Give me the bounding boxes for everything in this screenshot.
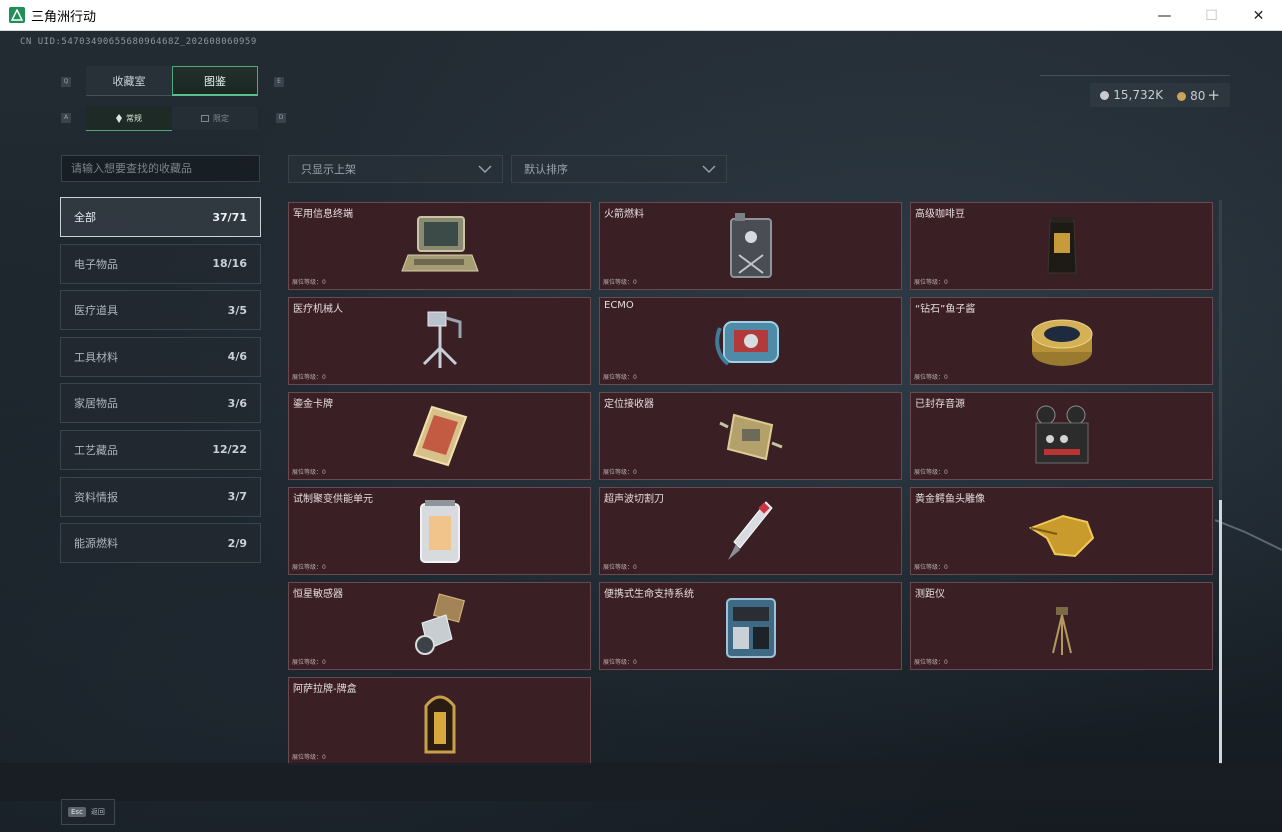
item-card[interactable]: 试制聚变供能单元 展位等级：0 bbox=[288, 487, 591, 575]
item-card[interactable]: 医疗机械人 展位等级：0 bbox=[288, 297, 591, 385]
life-support-icon bbox=[725, 598, 776, 658]
rangefinder-icon bbox=[1051, 607, 1072, 655]
back-button[interactable]: Esc 返回 bbox=[61, 799, 115, 825]
window-title: 三角洲行动 bbox=[31, 9, 97, 25]
category-household[interactable]: 家居物品 3/6 bbox=[60, 383, 261, 424]
item-card[interactable]: ECMO 展位等级：0 bbox=[599, 297, 902, 385]
uid-text: CN UID:5470349065568096468Z_202608060959 bbox=[20, 37, 257, 47]
item-card[interactable]: 火箭燃料 展位等级：0 bbox=[599, 202, 902, 290]
category-energy[interactable]: 能源燃料 2/9 bbox=[60, 523, 261, 564]
bottom-bar bbox=[0, 763, 1282, 801]
card-box-icon bbox=[424, 695, 455, 754]
window-titlebar: 三角洲行动 — ☐ ✕ bbox=[0, 0, 1282, 31]
ticket-icon bbox=[1177, 92, 1187, 101]
fuel-can-icon bbox=[729, 213, 772, 278]
category-all[interactable]: 全部 37/71 bbox=[60, 197, 261, 237]
currency-panel: 15,732K 80 + bbox=[1090, 83, 1230, 107]
key-hint-a: A bbox=[61, 113, 71, 123]
coin-balance: 15,732K bbox=[1100, 88, 1163, 102]
close-button[interactable]: ✕ bbox=[1235, 0, 1282, 31]
chevron-down-icon bbox=[702, 165, 716, 173]
gold-card-icon bbox=[412, 405, 467, 467]
esc-key-hint: Esc bbox=[68, 807, 86, 817]
ultrasonic-knife-icon bbox=[727, 501, 773, 560]
chevron-down-icon bbox=[478, 165, 492, 173]
item-card[interactable]: “钻石”鱼子酱 展位等级：0 bbox=[910, 297, 1213, 385]
item-card[interactable]: 恒星敏感器 展位等级：0 bbox=[288, 582, 591, 670]
item-card[interactable]: 超声波切割刀 展位等级：0 bbox=[599, 487, 902, 575]
collection-grid: 军用信息终端 展位等级：0 火箭燃料 展位等级：0 高级咖啡豆 展位等级：0 医… bbox=[288, 202, 1214, 765]
tab-regular[interactable]: 常规 bbox=[86, 107, 172, 131]
coffee-bag-icon bbox=[1046, 217, 1077, 274]
listing-filter-dropdown[interactable]: 只显示上架 bbox=[288, 155, 503, 183]
coin-icon bbox=[1100, 91, 1110, 100]
item-card[interactable]: 鎏金卡牌 展位等级：0 bbox=[288, 392, 591, 480]
gold-crocodile-icon bbox=[1028, 514, 1094, 558]
key-hint-q: Q bbox=[61, 77, 71, 87]
ticket-balance: 80 + bbox=[1177, 86, 1220, 104]
app-logo-icon bbox=[9, 7, 25, 23]
limited-icon bbox=[201, 115, 209, 122]
top-divider bbox=[1040, 75, 1230, 76]
category-crafts[interactable]: 工艺藏品 12/22 bbox=[60, 429, 261, 470]
category-intel[interactable]: 资料情报 3/7 bbox=[60, 476, 261, 517]
tab-limited[interactable]: 限定 bbox=[172, 107, 258, 130]
search-input[interactable] bbox=[61, 155, 260, 182]
grid-scrollbar[interactable] bbox=[1219, 200, 1222, 764]
item-card[interactable]: 黄金鳄鱼头雕像 展位等级：0 bbox=[910, 487, 1213, 575]
item-card[interactable]: 军用信息终端 展位等级：0 bbox=[288, 202, 591, 290]
category-medical[interactable]: 医疗道具 3/5 bbox=[60, 290, 261, 331]
item-card[interactable]: 高级咖啡豆 展位等级：0 bbox=[910, 202, 1213, 290]
add-currency-button[interactable]: + bbox=[1207, 86, 1220, 104]
maximize-button[interactable]: ☐ bbox=[1188, 0, 1235, 31]
sub-tabs: 常规 限定 bbox=[86, 107, 258, 131]
window-controls: — ☐ ✕ bbox=[1141, 0, 1282, 31]
caviar-tin-icon bbox=[1031, 319, 1092, 366]
receiver-icon bbox=[718, 413, 783, 461]
ecmo-icon bbox=[714, 321, 779, 366]
item-card[interactable]: 已封存音源 展位等级：0 bbox=[910, 392, 1213, 480]
main-tabs: 收藏室 图鉴 bbox=[86, 66, 258, 96]
star-sensor-icon bbox=[414, 593, 465, 655]
item-card[interactable]: 测距仪 展位等级：0 bbox=[910, 582, 1213, 670]
category-electronics[interactable]: 电子物品 18/16 bbox=[60, 243, 261, 284]
medical-robot-icon bbox=[422, 311, 461, 368]
tape-recorder-icon bbox=[1035, 405, 1088, 464]
terminal-icon bbox=[400, 216, 479, 272]
key-hint-d: D bbox=[276, 113, 286, 123]
tab-collection-room[interactable]: 收藏室 bbox=[86, 66, 172, 96]
fusion-cell-icon bbox=[419, 500, 460, 563]
category-list: 全部 37/71 电子物品 18/16 医疗道具 3/5 工具材料 4/6 家居物品 3/… bbox=[60, 197, 261, 570]
regular-icon bbox=[116, 114, 122, 123]
item-card[interactable]: 定位接收器 展位等级：0 bbox=[599, 392, 902, 480]
item-card[interactable]: 阿萨拉牌-牌盒 展位等级：0 bbox=[288, 677, 591, 765]
light-streak-decoration bbox=[1215, 519, 1282, 551]
category-tools[interactable]: 工具材料 4/6 bbox=[60, 336, 261, 377]
item-card[interactable]: 便携式生命支持系统 展位等级：0 bbox=[599, 582, 902, 670]
minimize-button[interactable]: — bbox=[1141, 0, 1188, 31]
tab-catalog[interactable]: 图鉴 bbox=[172, 66, 258, 96]
key-hint-e: E bbox=[274, 77, 284, 87]
sort-dropdown[interactable]: 默认排序 bbox=[511, 155, 727, 183]
